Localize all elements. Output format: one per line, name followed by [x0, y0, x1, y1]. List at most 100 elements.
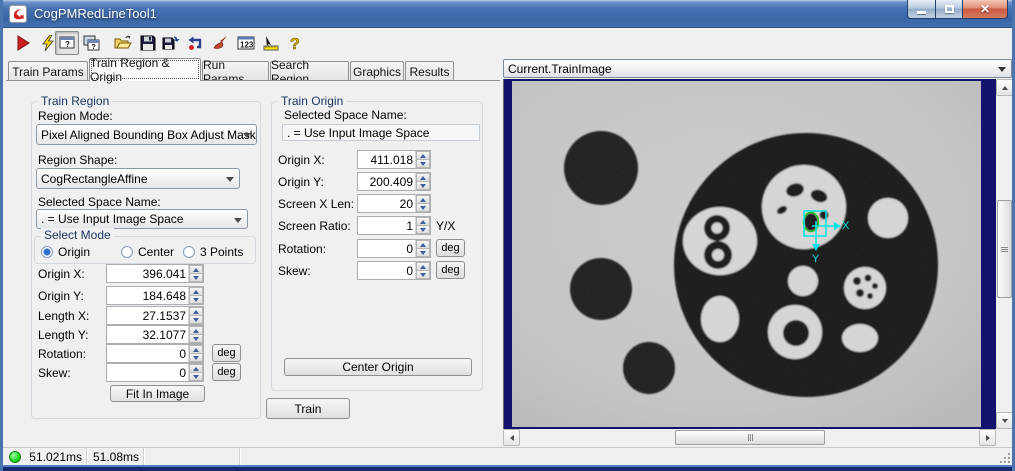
save-button[interactable]	[136, 31, 160, 55]
spinner[interactable]	[415, 240, 430, 257]
save-as-button[interactable]	[159, 31, 183, 55]
screen-x-len-input[interactable]: 20	[357, 194, 431, 213]
origin-y-input[interactable]: 184.648	[106, 286, 204, 305]
rotation-label: Rotation:	[278, 242, 326, 256]
region-mode-select[interactable]: Pixel Aligned Bounding Box Adjust Mask	[36, 124, 257, 145]
spin-down-icon	[420, 184, 426, 188]
scroll-right-button[interactable]	[979, 429, 996, 446]
rotation-deg-button[interactable]: deg	[436, 239, 465, 257]
rotation-input[interactable]: 0	[357, 239, 431, 258]
screen-ratio-input[interactable]: 1	[357, 216, 431, 235]
origin-x-label: Origin X:	[38, 267, 85, 281]
edit-graphics-button[interactable]	[209, 31, 233, 55]
save-icon	[140, 35, 156, 51]
scroll-left-button[interactable]	[503, 429, 520, 446]
radio-origin-label: Origin	[58, 245, 90, 259]
arrow-right-icon	[986, 435, 990, 441]
origin-x-input[interactable]: 411.018	[357, 150, 431, 169]
title-bar[interactable]: CogPMRedLineTool1 ✕	[0, 0, 1015, 28]
origin-y-input[interactable]: 200.409	[357, 172, 431, 191]
image-selector-combo[interactable]: Current.TrainImage	[503, 59, 1012, 78]
radio-origin[interactable]: Origin	[41, 245, 90, 259]
spin-down-icon	[193, 318, 199, 322]
skew-input[interactable]: 0	[106, 363, 204, 382]
fit-in-image-button[interactable]: Fit In Image	[110, 385, 205, 402]
spin-up-icon	[420, 265, 426, 269]
tab-run-params[interactable]: Run Params	[202, 61, 269, 81]
selected-space-label: Selected Space Name:	[284, 108, 407, 122]
region-mode-label: Region Mode:	[38, 109, 113, 123]
spin-up-icon	[420, 243, 426, 247]
rotation-deg-button[interactable]: deg	[212, 344, 241, 362]
image-display[interactable]: X Y	[503, 79, 996, 429]
radio-3points-label: 3 Points	[200, 245, 243, 259]
spinner[interactable]	[188, 265, 203, 282]
scroll-down-button[interactable]	[996, 412, 1013, 429]
skew-value: 0	[358, 262, 415, 279]
length-y-value: 32.1077	[107, 326, 188, 343]
skew-label: Skew:	[38, 366, 71, 380]
region-shape-select[interactable]: CogRectangleAffine	[36, 168, 240, 189]
center-origin-button[interactable]: Center Origin	[284, 358, 472, 376]
resize-grip[interactable]	[998, 451, 1010, 463]
tab-train-region-origin[interactable]: Train Region & Origin	[89, 58, 201, 81]
region-mode-value: Pixel Aligned Bounding Box Adjust Mask	[41, 128, 256, 142]
tab-train-params[interactable]: Train Params	[8, 61, 88, 81]
reset-button[interactable]	[184, 31, 208, 55]
minimize-button[interactable]	[907, 0, 936, 19]
scroll-up-button[interactable]	[996, 79, 1013, 96]
select-mode-title: Select Mode	[41, 228, 114, 242]
number-format-button[interactable]: 123	[234, 31, 258, 55]
train-image: X Y	[512, 81, 981, 427]
status-time1-panel: 51.021ms	[31, 448, 87, 465]
spin-up-icon	[420, 154, 426, 158]
spinner[interactable]	[188, 345, 203, 362]
spinner[interactable]	[188, 307, 203, 324]
vertical-scroll-thumb[interactable]	[997, 200, 1012, 298]
maximize-button[interactable]	[936, 0, 963, 19]
open-file-icon	[114, 35, 132, 51]
spinner[interactable]	[415, 217, 430, 234]
number-format-icon: 123	[237, 35, 255, 51]
image-selector-value: Current.TrainImage	[508, 62, 612, 76]
spin-down-icon	[193, 337, 199, 341]
horizontal-scrollbar[interactable]	[503, 429, 996, 446]
spinner[interactable]	[188, 364, 203, 381]
spinner[interactable]	[415, 262, 430, 279]
tab-results[interactable]: Results	[405, 61, 454, 81]
skew-input[interactable]: 0	[357, 261, 431, 280]
length-y-input[interactable]: 32.1077	[106, 325, 204, 344]
coordinate-ruler-button[interactable]	[259, 31, 283, 55]
open-file-button[interactable]	[111, 31, 135, 55]
spinner[interactable]	[415, 173, 430, 190]
tab-graphics[interactable]: Graphics	[350, 61, 404, 81]
spinner[interactable]	[188, 287, 203, 304]
spinner[interactable]	[188, 326, 203, 343]
floating-window-toggle[interactable]: ?	[55, 31, 79, 55]
radio-center[interactable]: Center	[121, 245, 174, 259]
spinner[interactable]	[415, 195, 430, 212]
radio-3points[interactable]: 3 Points	[183, 245, 243, 259]
tab-search-region[interactable]: Search Region	[270, 61, 349, 81]
train-button[interactable]: Train	[266, 398, 350, 419]
select-mode-group: Select Mode Origin Center 3 Points	[34, 236, 256, 264]
selected-space-select[interactable]: . = Use Input Image Space	[36, 209, 248, 229]
rotation-input[interactable]: 0	[106, 344, 204, 363]
status-empty-panel	[144, 448, 240, 465]
length-x-input[interactable]: 27.1537	[106, 306, 204, 325]
help-icon: ?	[288, 34, 302, 52]
run-button[interactable]	[11, 31, 35, 55]
horizontal-scroll-thumb[interactable]	[675, 430, 825, 445]
help-button[interactable]: ?	[283, 31, 307, 55]
vertical-scrollbar[interactable]	[996, 79, 1013, 429]
skew-deg-button[interactable]: deg	[436, 261, 465, 279]
spin-down-icon	[420, 162, 426, 166]
origin-x-label: Origin X:	[278, 153, 325, 167]
copy-window-button[interactable]: ?	[79, 31, 103, 55]
screen-ratio-label: Screen Ratio:	[278, 219, 351, 233]
skew-deg-button[interactable]: deg	[212, 363, 241, 381]
spin-up-icon	[193, 367, 199, 371]
origin-x-input[interactable]: 396.041	[106, 264, 204, 283]
close-button[interactable]: ✕	[963, 0, 1008, 19]
spinner[interactable]	[415, 151, 430, 168]
